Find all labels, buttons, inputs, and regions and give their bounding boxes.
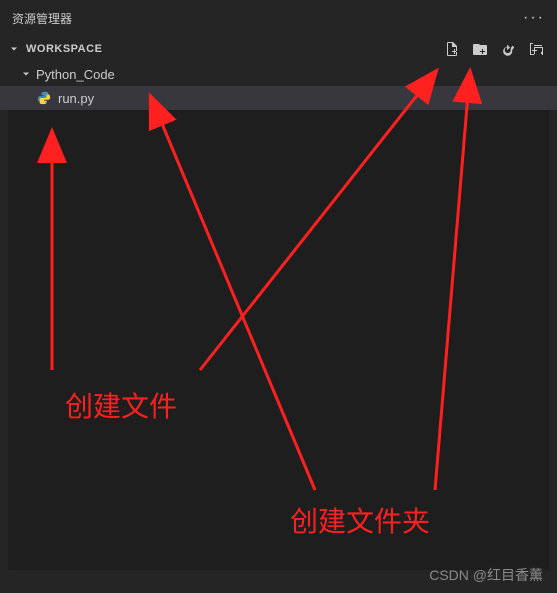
- refresh-icon[interactable]: [499, 40, 517, 58]
- workspace-header-left: WORKSPACE: [6, 41, 102, 57]
- chevron-down-icon: [6, 41, 22, 57]
- annotation-create-folder: 创建文件夹: [290, 500, 430, 540]
- file-label: run.py: [58, 91, 94, 106]
- chevron-down-icon: [18, 66, 34, 82]
- watermark-text: CSDN @红目香薰: [429, 565, 543, 585]
- tree-folder-python-code[interactable]: Python_Code: [0, 62, 557, 86]
- annotation-create-file: 创建文件: [65, 385, 177, 425]
- explorer-panel: 资源管理器 ··· WORKSPACE: [0, 0, 557, 593]
- new-file-icon[interactable]: [443, 40, 461, 58]
- folder-label: Python_Code: [36, 67, 115, 82]
- new-folder-icon[interactable]: [471, 40, 489, 58]
- tree-file-run-py[interactable]: run.py: [0, 86, 557, 110]
- workspace-header[interactable]: WORKSPACE: [0, 36, 557, 62]
- file-tree: Python_Code run.py: [0, 62, 557, 110]
- more-actions-button[interactable]: ···: [523, 9, 545, 27]
- panel-title: 资源管理器: [12, 10, 72, 27]
- workspace-actions: [443, 40, 549, 58]
- editor-area: [8, 110, 549, 570]
- workspace-title: WORKSPACE: [26, 43, 102, 55]
- collapse-all-icon[interactable]: [527, 40, 545, 58]
- title-bar: 资源管理器 ···: [0, 0, 557, 36]
- python-file-icon: [36, 90, 52, 106]
